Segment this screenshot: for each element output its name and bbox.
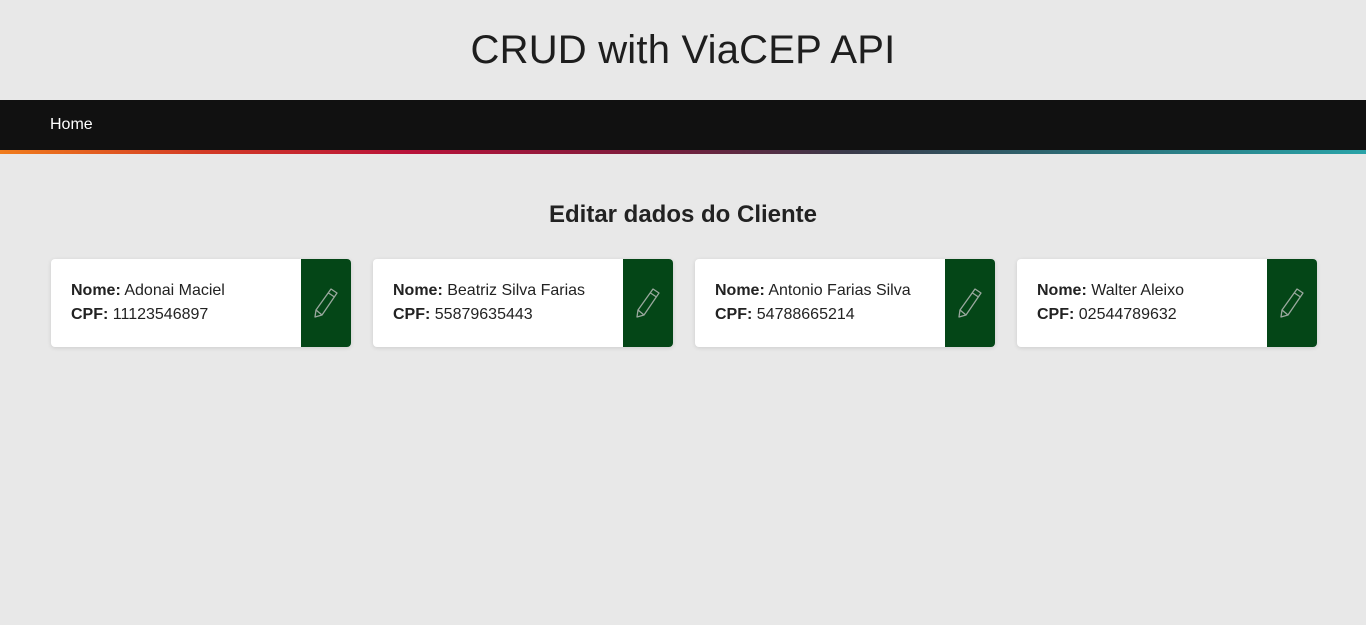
edit-client-button[interactable] [1267,259,1317,347]
client-name: Walter Aleixo [1091,282,1185,299]
client-info: Nome: Adonai Maciel CPF: 11123546897 [51,259,301,347]
edit-client-button[interactable] [301,259,351,347]
edit-client-button[interactable] [623,259,673,347]
navbar: Home [0,100,1366,150]
client-card-list: Nome: Adonai Maciel CPF: 11123546897 Nom… [0,259,1366,347]
client-card: Nome: Walter Aleixo CPF: 02544789632 [1017,259,1317,347]
client-info: Nome: Beatriz Silva Farias CPF: 55879635… [373,259,623,347]
client-name: Beatriz Silva Farias [447,282,586,299]
client-cpf-line: CPF: 54788665214 [715,303,945,327]
pencil-icon [313,287,339,319]
name-label: Nome: [1037,282,1087,299]
client-card: Nome: Beatriz Silva Farias CPF: 55879635… [373,259,673,347]
name-label: Nome: [715,282,765,299]
page-title: CRUD with ViaCEP API [470,27,896,72]
pencil-icon [1279,287,1305,319]
client-name-line: Nome: Walter Aleixo [1037,279,1267,303]
client-cpf-line: CPF: 02544789632 [1037,303,1267,327]
nav-home-link[interactable]: Home [50,116,93,134]
cpf-label: CPF: [1037,306,1075,323]
name-label: Nome: [393,282,443,299]
site-header: CRUD with ViaCEP API [0,0,1366,100]
client-card: Nome: Antonio Farias Silva CPF: 54788665… [695,259,995,347]
cpf-label: CPF: [715,306,753,323]
name-label: Nome: [71,282,121,299]
client-name: Antonio Farias Silva [768,282,911,299]
cpf-label: CPF: [393,306,431,323]
pencil-icon [635,287,661,319]
client-name-line: Nome: Antonio Farias Silva [715,279,945,303]
section-title: Editar dados do Cliente [548,201,818,228]
client-name: Adonai Maciel [124,282,225,299]
client-name-line: Nome: Adonai Maciel [71,279,301,303]
client-cpf: 54788665214 [756,306,855,323]
client-info: Nome: Antonio Farias Silva CPF: 54788665… [695,259,945,347]
pencil-icon [957,287,983,319]
client-cpf-line: CPF: 11123546897 [71,303,301,327]
client-name-line: Nome: Beatriz Silva Farias [393,279,623,303]
client-cpf: 55879635443 [434,306,533,323]
navbar-accent-stripe [0,150,1366,154]
client-card: Nome: Adonai Maciel CPF: 11123546897 [51,259,351,347]
cpf-label: CPF: [71,306,109,323]
edit-client-button[interactable] [945,259,995,347]
client-cpf-line: CPF: 55879635443 [393,303,623,327]
client-cpf: 02544789632 [1078,306,1177,323]
client-info: Nome: Walter Aleixo CPF: 02544789632 [1017,259,1267,347]
client-cpf: 11123546897 [112,306,209,323]
